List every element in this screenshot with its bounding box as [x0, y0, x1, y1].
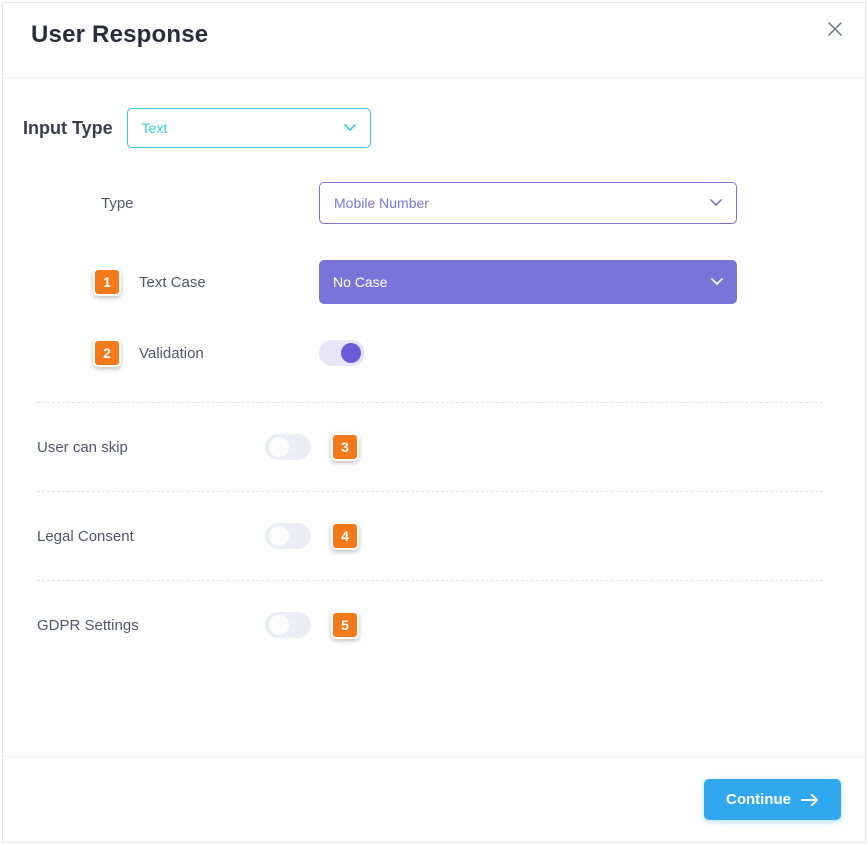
- input-type-value: Text: [142, 120, 168, 136]
- text-case-value: No Case: [333, 274, 387, 290]
- text-case-label: Text Case: [139, 274, 319, 291]
- gdpr-settings-toggle[interactable]: [265, 612, 311, 638]
- gdpr-settings-label: GDPR Settings: [37, 617, 265, 634]
- row-validation: 2 Validation: [23, 340, 837, 366]
- legal-consent-label: Legal Consent: [37, 528, 265, 545]
- type-value: Mobile Number: [334, 195, 429, 211]
- modal-header: User Response: [3, 3, 865, 78]
- validation-label: Validation: [139, 345, 319, 362]
- toggle-knob: [341, 343, 361, 363]
- row-gdpr-settings: GDPR Settings 5: [23, 611, 837, 639]
- toggle-knob: [269, 437, 289, 457]
- section-divider: [37, 402, 823, 403]
- type-label: Type: [101, 195, 319, 212]
- user-can-skip-label: User can skip: [37, 439, 265, 456]
- continue-label: Continue: [726, 791, 791, 808]
- chevron-down-icon: [710, 199, 722, 207]
- user-response-modal: User Response Input Type Text Type Mobil…: [2, 2, 866, 843]
- toggle-knob: [269, 615, 289, 635]
- annotation-badge-3: 3: [331, 433, 359, 461]
- chevron-down-icon: [344, 124, 356, 132]
- annotation-badge-5: 5: [331, 611, 359, 639]
- row-user-can-skip: User can skip 3: [23, 433, 837, 461]
- close-icon: [828, 22, 842, 36]
- chevron-down-icon: [711, 278, 723, 286]
- text-case-select[interactable]: No Case: [319, 260, 737, 304]
- continue-button[interactable]: Continue: [704, 779, 841, 820]
- modal-body: Input Type Text Type Mobile Number 1 Tex…: [3, 78, 865, 756]
- section-divider: [37, 491, 823, 492]
- annotation-badge-1: 1: [93, 268, 121, 296]
- type-select[interactable]: Mobile Number: [319, 182, 737, 224]
- annotation-badge-2: 2: [93, 339, 121, 367]
- annotation-badge-4: 4: [331, 522, 359, 550]
- toggle-knob: [269, 526, 289, 546]
- legal-consent-toggle[interactable]: [265, 523, 311, 549]
- modal-footer: Continue: [3, 756, 865, 842]
- row-type: Type Mobile Number: [23, 182, 837, 224]
- row-text-case: 1 Text Case No Case: [23, 260, 837, 304]
- row-input-type: Input Type Text: [23, 108, 837, 148]
- close-button[interactable]: [823, 17, 847, 41]
- validation-toggle[interactable]: [319, 340, 365, 366]
- input-type-label: Input Type: [23, 118, 113, 139]
- arrow-right-icon: [801, 794, 819, 806]
- section-divider: [37, 580, 823, 581]
- user-can-skip-toggle[interactable]: [265, 434, 311, 460]
- input-type-select[interactable]: Text: [127, 108, 371, 148]
- row-legal-consent: Legal Consent 4: [23, 522, 837, 550]
- modal-title: User Response: [31, 21, 837, 49]
